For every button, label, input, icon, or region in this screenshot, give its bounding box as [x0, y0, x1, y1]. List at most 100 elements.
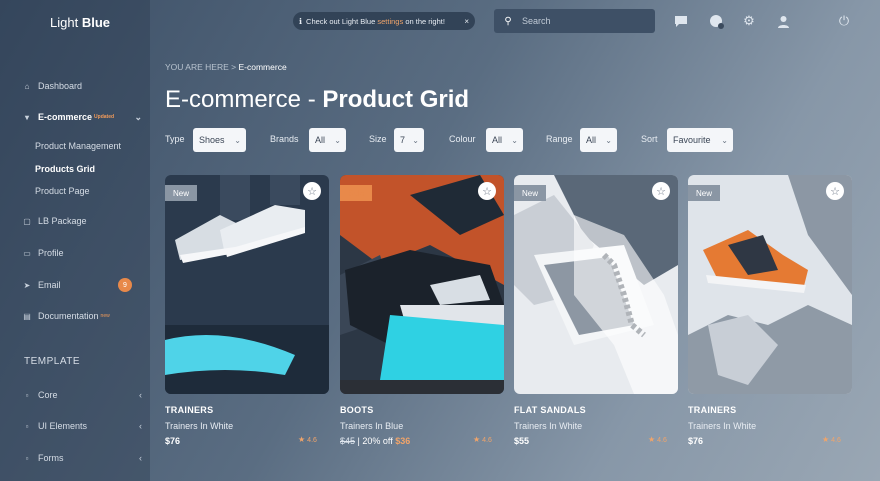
product-flag: New	[514, 185, 547, 201]
breadcrumb-current[interactable]: E-commerce	[239, 62, 287, 72]
product-card[interactable]: New ☆	[165, 175, 329, 394]
sidebar-subitem-product-page[interactable]: Product Page	[35, 186, 90, 196]
chevron-down-icon: ⌄	[511, 135, 518, 145]
sidebar-item-label: Email	[38, 280, 61, 290]
search-icon: ⚲	[504, 15, 512, 27]
breadcrumb-prefix: YOU ARE HERE	[165, 62, 229, 72]
notice-text-end: on the right!	[405, 16, 445, 26]
favorite-star-icon[interactable]: ☆	[478, 182, 496, 200]
product-image-trainers	[165, 175, 329, 394]
sidebar-item-label: Dashboard	[38, 81, 83, 91]
product-rating: ★ 4.6	[298, 435, 317, 444]
sidebar-item-label: Core	[38, 390, 58, 400]
star-icon: ★	[473, 435, 481, 444]
email-count-badge: 9	[118, 278, 132, 292]
product-rating: ★ 4.6	[822, 435, 841, 444]
product-flag: New	[688, 185, 721, 201]
filter-label-size: Size	[369, 134, 387, 144]
filter-label-colour: Colour	[449, 134, 476, 144]
breadcrumb-separator: >	[231, 62, 237, 72]
chevron-down-icon: ⌄	[334, 135, 341, 145]
forms-icon: ▫	[25, 453, 29, 463]
sidebar-item-profile[interactable]: ▭ Profile	[22, 243, 150, 263]
sidebar-item-core[interactable]: ▫ Core ‹	[22, 385, 150, 405]
product-card[interactable]: New ☆	[514, 175, 678, 394]
search-bar: ⚲	[494, 9, 655, 33]
product-name[interactable]: TRAINERS	[688, 405, 736, 415]
filter-value: Favourite	[673, 135, 711, 145]
filter-label-sort: Sort	[641, 134, 658, 144]
sidebar-section-title: TEMPLATE	[24, 356, 81, 367]
sidebar-item-documentation[interactable]: ▤ Documentation new	[22, 306, 150, 326]
product-name[interactable]: TRAINERS	[165, 405, 213, 415]
chevron-down-icon: ⌄	[605, 135, 612, 145]
product-rating: ★ 4.6	[473, 435, 492, 444]
filter-select-type[interactable]: Shoes ⌄	[193, 128, 246, 152]
sidebar-item-forms[interactable]: ▫ Forms ‹	[22, 448, 150, 468]
app-logo[interactable]: Light Blue	[50, 15, 110, 30]
filter-select-size[interactable]: 7 ⌄	[394, 128, 424, 152]
rating-value: 4.6	[307, 437, 317, 444]
sidebar-item-label: UI Elements	[38, 421, 88, 431]
package-icon: ▢	[23, 216, 31, 226]
globe-icon[interactable]	[707, 12, 725, 30]
product-card[interactable]: Sale ☆	[340, 175, 504, 394]
chevron-down-icon: ⌄	[721, 135, 728, 145]
search-input[interactable]	[522, 16, 642, 26]
product-subtitle: Trainers In White	[165, 421, 234, 431]
logo-bold-text: Blue	[81, 15, 110, 30]
filter-select-sort[interactable]: Favourite ⌄	[667, 128, 733, 152]
sidebar-item-label: E-commerce	[38, 112, 93, 122]
page-title: E-commerce - Product Grid	[165, 86, 469, 114]
filter-select-colour[interactable]: All ⌄	[486, 128, 523, 152]
product-price: $76	[688, 436, 704, 446]
notice-settings-link[interactable]: settings	[377, 17, 403, 26]
chevron-down-icon: ⌄	[134, 111, 142, 122]
product-name[interactable]: FLAT SANDALS	[514, 405, 586, 415]
product-flag: New	[165, 185, 198, 201]
sidebar-item-label: Forms	[38, 453, 64, 463]
sidebar: Light Blue ⌂ Dashboard ▾ E-commerce Upda…	[0, 0, 150, 481]
filter-select-brands[interactable]: All ⌄	[309, 128, 346, 152]
breadcrumb: YOU ARE HERE > E-commerce	[165, 62, 287, 72]
sidebar-item-dashboard[interactable]: ⌂ Dashboard	[22, 76, 150, 96]
user-icon[interactable]	[774, 12, 792, 30]
close-icon[interactable]: ×	[464, 17, 469, 26]
gear-icon[interactable]: ⚙	[740, 12, 758, 30]
chat-icon[interactable]	[672, 12, 690, 30]
sidebar-item-ecommerce[interactable]: ▾ E-commerce Updated ⌄	[22, 107, 150, 127]
filter-select-range[interactable]: All ⌄	[580, 128, 617, 152]
product-flag: Sale	[340, 185, 373, 201]
sidebar-item-label: Documentation	[38, 311, 99, 321]
product-subtitle: Trainers In White	[514, 421, 583, 431]
home-icon: ⌂	[24, 81, 30, 91]
favorite-star-icon[interactable]: ☆	[652, 182, 670, 200]
product-price: $55	[514, 436, 530, 446]
chevron-down-icon: ⌄	[234, 135, 241, 145]
sale-price: $36	[395, 436, 411, 446]
old-price: $45	[340, 436, 356, 446]
favorite-star-icon[interactable]: ☆	[303, 182, 321, 200]
product-image-flat-sandals	[514, 175, 678, 394]
ui-elements-icon: ▫	[25, 421, 29, 431]
favorite-star-icon[interactable]: ☆	[826, 182, 844, 200]
chevron-left-icon: ‹	[139, 390, 142, 400]
product-rating: ★ 4.6	[648, 435, 667, 444]
filter-value: All	[586, 135, 597, 145]
star-icon: ★	[822, 435, 830, 444]
chevron-left-icon: ‹	[139, 453, 142, 463]
sidebar-item-label: Profile	[38, 248, 64, 258]
page-title-bold: Product Grid	[322, 86, 470, 113]
sidebar-subitem-products-grid[interactable]: Products Grid	[35, 164, 95, 174]
product-subtitle: Trainers In Blue	[340, 421, 404, 431]
product-name[interactable]: BOOTS	[340, 405, 374, 415]
book-icon: ▤	[23, 311, 31, 321]
sidebar-item-lb-package[interactable]: ▢ LB Package	[22, 211, 150, 231]
product-price: $45 | 20% off $36	[340, 436, 410, 446]
rating-value: 4.6	[657, 437, 667, 444]
filter-value: All	[315, 135, 326, 145]
product-card[interactable]: New ☆	[688, 175, 852, 394]
power-icon[interactable]: ⏻	[835, 12, 853, 30]
info-icon: ℹ	[299, 16, 303, 26]
sidebar-item-ui-elements[interactable]: ▫ UI Elements ‹	[22, 416, 150, 436]
